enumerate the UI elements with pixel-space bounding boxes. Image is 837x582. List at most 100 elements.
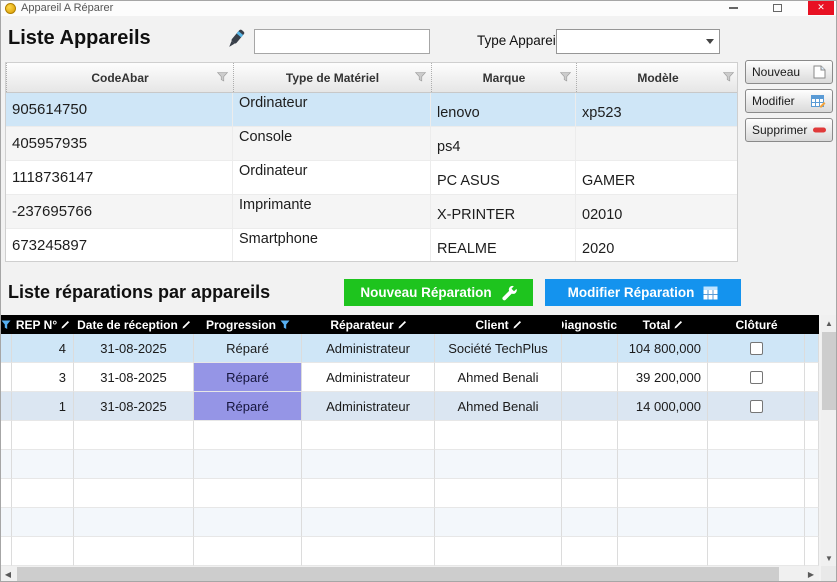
close-button[interactable]: ✕	[808, 0, 834, 15]
col-progression[interactable]: Progression	[194, 315, 302, 334]
cell-marque[interactable]: PC ASUS	[431, 161, 576, 194]
cell-progression[interactable]: Réparé	[194, 392, 302, 421]
col-date-reception[interactable]: Date de réception	[74, 315, 194, 334]
modifier-reparation-button[interactable]: Modifier Réparation	[545, 279, 741, 306]
grid-filter-button[interactable]	[0, 315, 12, 334]
col-type-materiel[interactable]: Type de Matériel	[233, 63, 431, 92]
cell-client[interactable]: Ahmed Benali	[435, 392, 562, 421]
scroll-down-icon[interactable]: ▼	[821, 550, 837, 566]
cloture-checkbox[interactable]	[750, 400, 763, 413]
cell-total[interactable]: 14 000,000	[618, 392, 708, 421]
cell-rep-num[interactable]: 1	[12, 392, 74, 421]
grid-cell	[618, 450, 708, 479]
devices-row[interactable]: 673245897 Smartphone REALME 2020	[6, 229, 737, 262]
cell-client[interactable]: Société TechPlus	[435, 334, 562, 363]
cell-codeabar[interactable]: 1118736147	[6, 161, 233, 194]
cell-modele[interactable]: xp523	[576, 93, 738, 126]
repair-row[interactable]: 1 31-08-2025 Réparé Administrateur Ahmed…	[0, 392, 819, 421]
cell-total[interactable]: 39 200,000	[618, 363, 708, 392]
grid-cell	[708, 508, 805, 537]
cell-marque[interactable]: X-PRINTER	[431, 195, 576, 228]
cell-date[interactable]: 31-08-2025	[74, 363, 194, 392]
devices-row[interactable]: 405957935 Console ps4	[6, 127, 737, 161]
cell-diagnostic[interactable]	[562, 334, 618, 363]
cell-type[interactable]: Smartphone	[233, 229, 431, 262]
cloture-checkbox[interactable]	[750, 371, 763, 384]
cell-diagnostic[interactable]	[562, 392, 618, 421]
filter-icon	[217, 72, 228, 82]
grid-cell	[618, 421, 708, 450]
cloture-checkbox[interactable]	[750, 342, 763, 355]
col-cloture[interactable]: Clôturé	[708, 315, 805, 334]
grid-cell	[435, 421, 562, 450]
filter-icon	[560, 72, 571, 82]
cell-date[interactable]: 31-08-2025	[74, 334, 194, 363]
repair-row[interactable]: 4 31-08-2025 Réparé Administrateur Socié…	[0, 334, 819, 363]
grid-cell	[618, 508, 708, 537]
cell-codeabar[interactable]: 673245897	[6, 229, 233, 262]
row-stub	[0, 363, 12, 392]
col-codeabar[interactable]: CodeAbar	[6, 63, 233, 92]
grid-cell	[618, 537, 708, 566]
cell-type[interactable]: Console	[233, 127, 431, 160]
minus-icon	[813, 127, 826, 133]
cell-modele[interactable]: 2020	[576, 229, 738, 262]
cell-marque[interactable]: REALME	[431, 229, 576, 262]
repairs-table: REP N° Date de réception Progression Rép…	[0, 315, 819, 566]
maximize-button[interactable]	[764, 0, 790, 15]
cell-modele[interactable]	[576, 127, 738, 160]
cell-rep-num[interactable]: 3	[12, 363, 74, 392]
pen-icon	[398, 320, 407, 329]
repair-row[interactable]: 3 31-08-2025 Réparé Administrateur Ahmed…	[0, 363, 819, 392]
vertical-scroll-thumb[interactable]	[822, 332, 836, 410]
col-client[interactable]: Client	[435, 315, 562, 334]
cell-reparateur[interactable]: Administrateur	[302, 392, 435, 421]
cell-modele[interactable]: GAMER	[576, 161, 738, 194]
barcode-input[interactable]	[254, 29, 430, 54]
horizontal-scroll-thumb[interactable]	[17, 567, 779, 581]
minimize-button[interactable]	[720, 0, 746, 15]
cell-type[interactable]: Ordinateur	[233, 93, 431, 126]
col-modele[interactable]: Modèle	[576, 63, 738, 92]
devices-row[interactable]: -237695766 Imprimante X-PRINTER 02010	[6, 195, 737, 229]
cell-rep-num[interactable]: 4	[12, 334, 74, 363]
col-total[interactable]: Total	[618, 315, 708, 334]
devices-row[interactable]: 905614750 Ordinateur lenovo xp523	[6, 93, 737, 127]
devices-row[interactable]: 1118736147 Ordinateur PC ASUS GAMER	[6, 161, 737, 195]
cell-codeabar[interactable]: 405957935	[6, 127, 233, 160]
horizontal-scrollbar[interactable]: ◀ ▶	[0, 566, 819, 582]
col-marque[interactable]: Marque	[431, 63, 576, 92]
cell-type[interactable]: Imprimante	[233, 195, 431, 228]
cell-codeabar[interactable]: 905614750	[6, 93, 233, 126]
cell-client[interactable]: Ahmed Benali	[435, 363, 562, 392]
modifier-button[interactable]: Modifier	[745, 89, 833, 113]
vertical-scrollbar[interactable]: ▲ ▼	[821, 315, 837, 566]
cell-date[interactable]: 31-08-2025	[74, 392, 194, 421]
cell-total[interactable]: 104 800,000	[618, 334, 708, 363]
filter-icon	[415, 72, 426, 82]
grid-cell	[708, 421, 805, 450]
cell-type[interactable]: Ordinateur	[233, 161, 431, 194]
grid-cell	[302, 537, 435, 566]
col-rep-num[interactable]: REP N°	[12, 315, 74, 334]
col-diagnostic[interactable]: Diagnostic	[562, 315, 618, 334]
scroll-right-icon[interactable]: ▶	[803, 566, 819, 582]
nouveau-reparation-label: Nouveau Réparation	[360, 285, 491, 300]
cell-progression[interactable]: Réparé	[194, 334, 302, 363]
cell-codeabar[interactable]: -237695766	[6, 195, 233, 228]
col-reparateur[interactable]: Réparateur	[302, 315, 435, 334]
cell-marque[interactable]: lenovo	[431, 93, 576, 126]
scroll-left-icon[interactable]: ◀	[0, 566, 16, 582]
supprimer-button[interactable]: Supprimer	[745, 118, 833, 142]
type-appareil-select[interactable]	[556, 29, 720, 54]
cell-reparateur[interactable]: Administrateur	[302, 363, 435, 392]
cell-diagnostic[interactable]	[562, 363, 618, 392]
cell-progression[interactable]: Réparé	[194, 363, 302, 392]
cell-reparateur[interactable]: Administrateur	[302, 334, 435, 363]
cell-marque[interactable]: ps4	[431, 127, 576, 160]
nouveau-button[interactable]: Nouveau	[745, 60, 833, 84]
scroll-up-icon[interactable]: ▲	[821, 315, 837, 331]
nouveau-reparation-button[interactable]: Nouveau Réparation	[344, 279, 533, 306]
cell-filler	[805, 392, 819, 421]
cell-modele[interactable]: 02010	[576, 195, 738, 228]
